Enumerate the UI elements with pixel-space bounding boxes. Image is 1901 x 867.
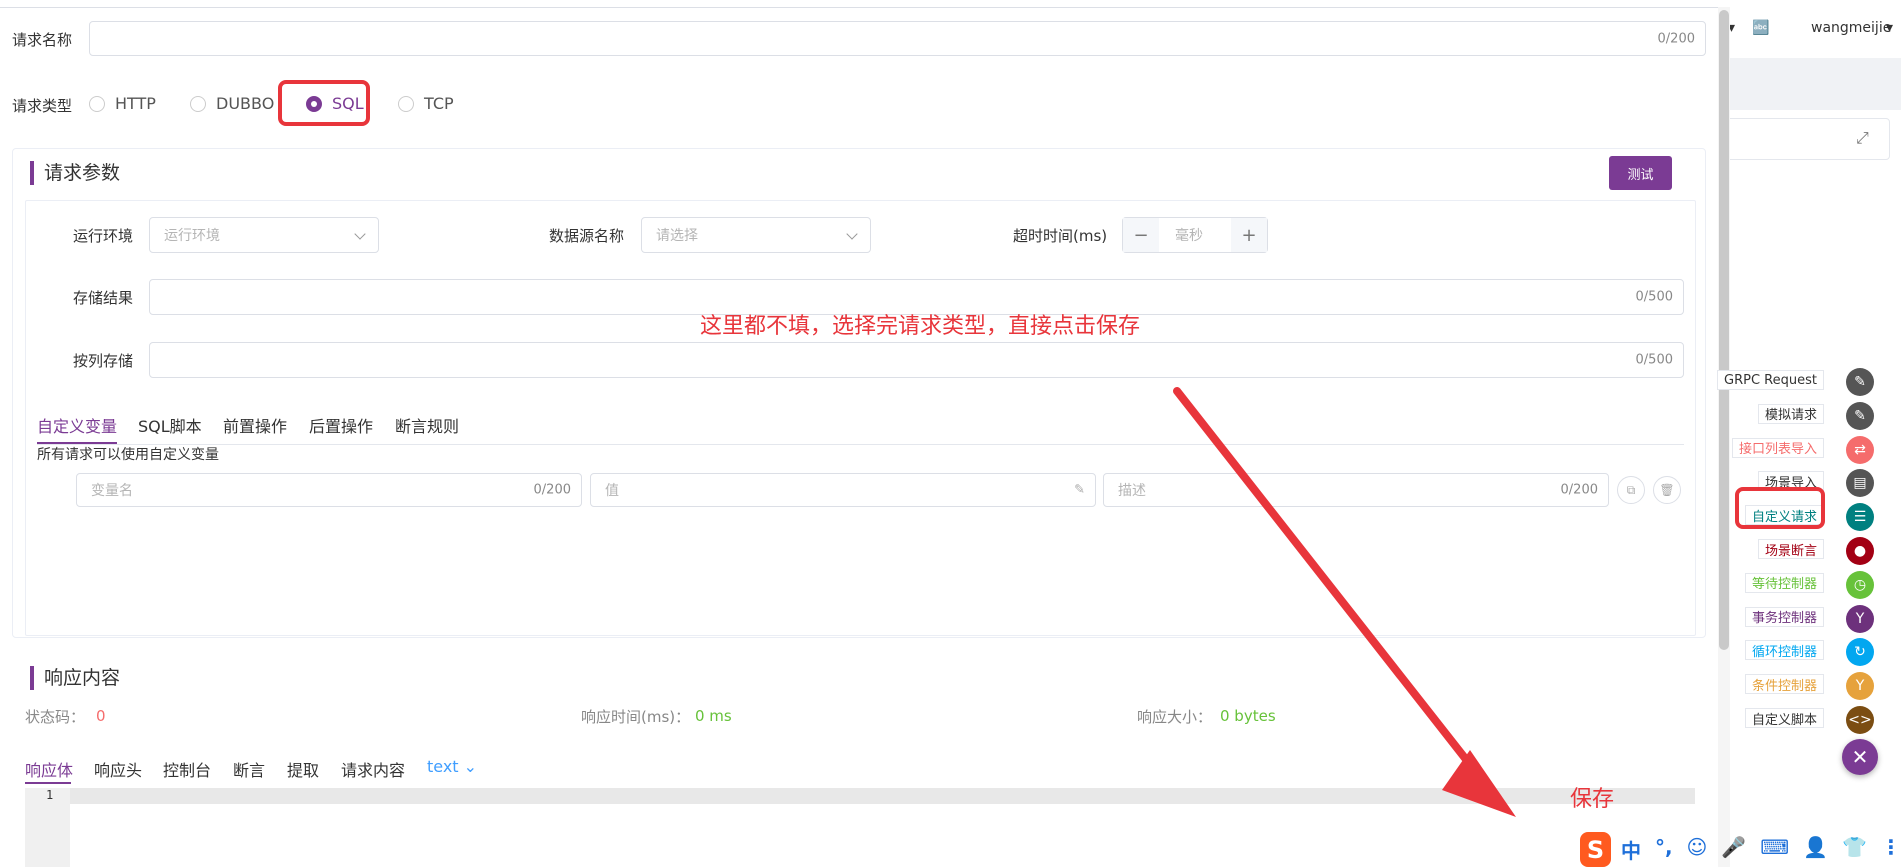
ime-item-1[interactable]: °, <box>1655 835 1673 864</box>
close-icon[interactable]: ✕ <box>1842 739 1878 775</box>
toolbar-label-9[interactable]: 条件控制器 <box>1744 674 1824 695</box>
toolbar-icon-2[interactable]: ⇄ <box>1846 435 1874 464</box>
ime-item-4[interactable]: ⌨ <box>1760 835 1789 864</box>
toolbar-label-0[interactable]: GRPC Request <box>1717 370 1824 390</box>
toolbar-label-7[interactable]: 事务控制器 <box>1744 606 1824 627</box>
toolbar-icon-9[interactable]: Y <box>1846 672 1874 701</box>
toolbar-label-6[interactable]: 等待控制器 <box>1744 572 1824 593</box>
toolbar-label-2[interactable]: 接口列表导入 <box>1731 437 1824 458</box>
toolbar-label-8[interactable]: 循环控制器 <box>1744 640 1824 661</box>
ime-item-2[interactable]: ☺ <box>1687 835 1708 864</box>
toolbar-icon-6[interactable]: ◷ <box>1846 570 1874 599</box>
toolbar-label-10[interactable]: 自定义脚本 <box>1744 708 1824 728</box>
ime-item-5[interactable]: 👤 <box>1803 835 1828 864</box>
annotation-highlight-custom-request <box>1735 487 1825 529</box>
annotation-arrow <box>1173 387 1516 817</box>
ime-item-7[interactable]: ⋮ <box>1881 835 1901 864</box>
ime-item-6[interactable]: 👕 <box>1842 835 1867 864</box>
ime-toolbar: S 中 °, ☺ 🎤 ⌨ 👤 👕 ⋮ <box>1580 832 1901 867</box>
ime-items: 中 °, ☺ 🎤 ⌨ 👤 👕 ⋮ <box>1621 835 1901 864</box>
toolbar-icon-1[interactable]: ✎ <box>1846 401 1874 430</box>
ime-item-0[interactable]: 中 <box>1621 835 1641 864</box>
toolbar-icon-5[interactable]: ● <box>1846 537 1874 565</box>
toolbar-icon-7[interactable]: Y <box>1846 604 1874 633</box>
annotation-save: 保存 <box>1570 787 1615 812</box>
toolbar-label-1[interactable]: 模拟请求 <box>1757 403 1824 424</box>
ime-item-3[interactable]: 🎤 <box>1721 835 1746 864</box>
toolbar-icon-4[interactable]: ☰ <box>1846 503 1874 532</box>
toolbar-label-5[interactable]: 场景断言 <box>1757 539 1824 559</box>
toolbar-icon-0[interactable]: ✎ <box>1846 368 1874 396</box>
toolbar-icon-10[interactable]: <> <box>1846 706 1874 734</box>
sogou-logo-icon[interactable]: S <box>1580 832 1611 867</box>
